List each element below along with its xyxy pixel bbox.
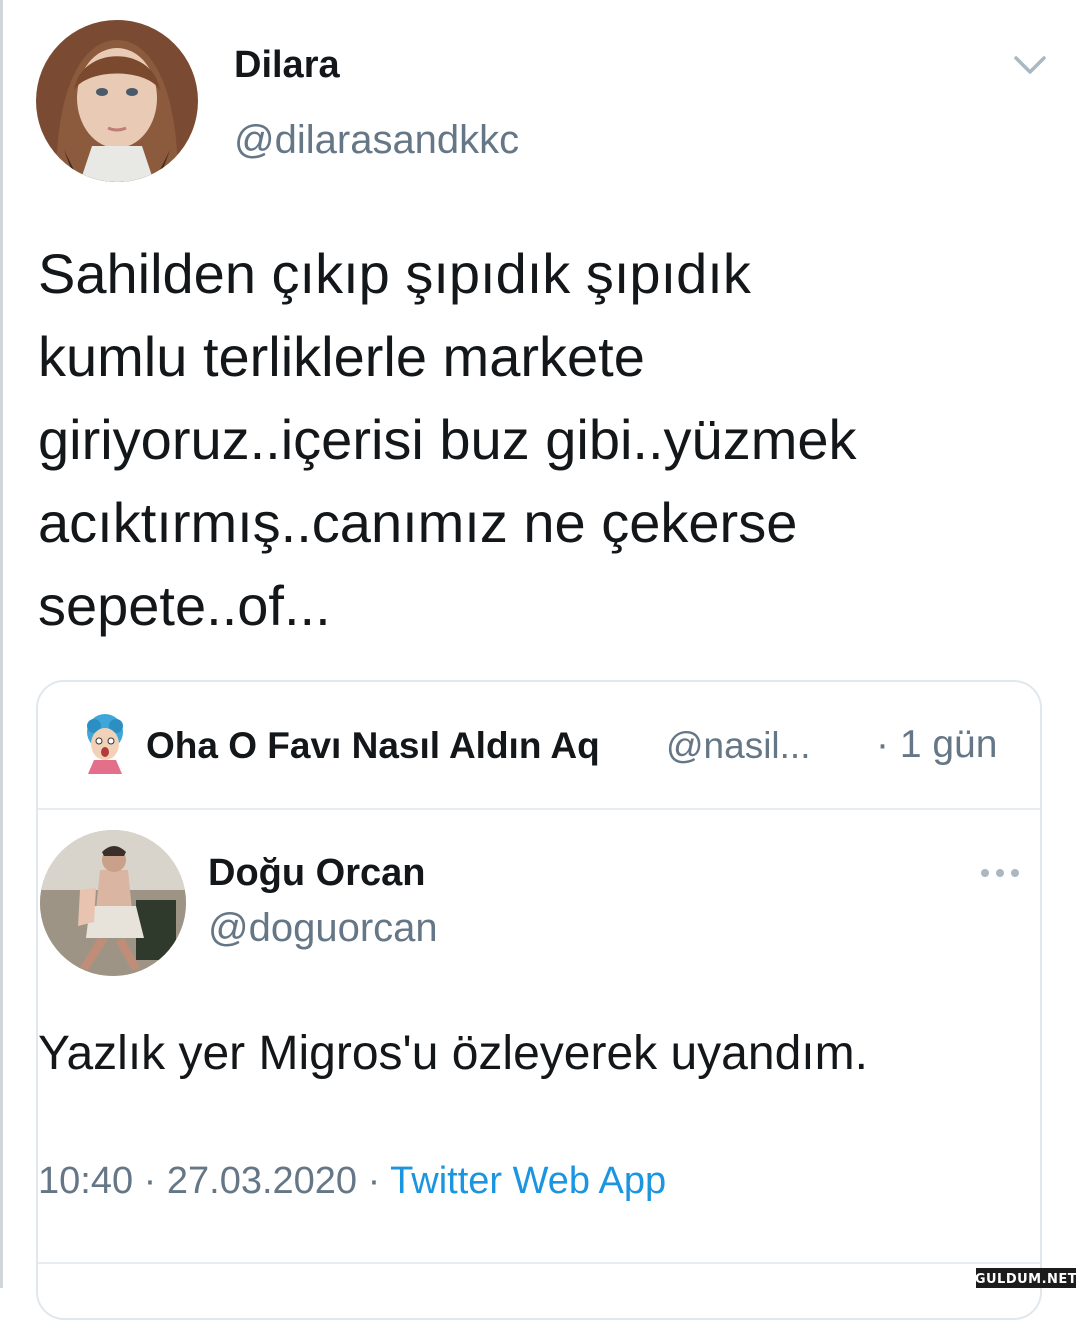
inner-tweet-meta: 10:40 · 27.03.2020 · Twitter Web App [38, 1160, 666, 1203]
inner-author-name[interactable]: Doğu Orcan [208, 852, 425, 895]
inner-tweet-text: Yazlık yer Migros'u özleyerek uyandım. [38, 1027, 868, 1080]
more-dots-icon[interactable] [978, 866, 1022, 880]
tweet-text-line: kumlu terliklerle markete [38, 325, 645, 388]
inner-author-handle[interactable]: @doguorcan [208, 906, 438, 951]
author-name[interactable]: Dilara [234, 44, 340, 87]
tweet-text-line: giriyoruz..içerisi buz gibi..yüzmek [38, 408, 857, 471]
quote-account-handle[interactable]: @nasil... [666, 725, 811, 767]
divider [38, 808, 1040, 810]
tweet-text: Sahilden çıkıp şıpıdık şıpıdık kumlu ter… [38, 232, 1048, 647]
left-border [0, 0, 3, 1288]
author-handle[interactable]: @dilarasandkkc [234, 118, 519, 163]
quote-timestamp[interactable]: · 1 gün [876, 723, 997, 767]
inner-tweet-source[interactable]: Twitter Web App [390, 1160, 666, 1202]
author-avatar[interactable] [36, 20, 198, 182]
quote-account-avatar[interactable] [78, 712, 132, 774]
quoted-tweet-card[interactable]: Oha O Favı Nasıl Aldın Aq @nasil... · 1 … [36, 680, 1042, 1320]
divider [38, 1262, 1040, 1264]
inner-tweet-time[interactable]: 10:40 · 27.03.2020 · [38, 1160, 390, 1202]
svg-text:GULDUM.NET: GULDUM.NET [976, 1272, 1076, 1287]
tweet-text-line: Sahilden çıkıp şıpıdık şıpıdık [38, 242, 751, 305]
inner-author-avatar[interactable] [40, 830, 186, 976]
chevron-down-icon[interactable] [1012, 50, 1048, 80]
tweet-text-line: sepete..of... [38, 574, 331, 637]
quoted-tweet-header: Oha O Favı Nasıl Aldın Aq @nasil... · 1 … [38, 682, 1040, 808]
tweet-text-line: acıktırmış..canımız ne çekerse [38, 491, 798, 554]
quote-account-name[interactable]: Oha O Favı Nasıl Aldın Aq [146, 725, 600, 767]
watermark-logo: GULDUM.NET [975, 1268, 1077, 1288]
